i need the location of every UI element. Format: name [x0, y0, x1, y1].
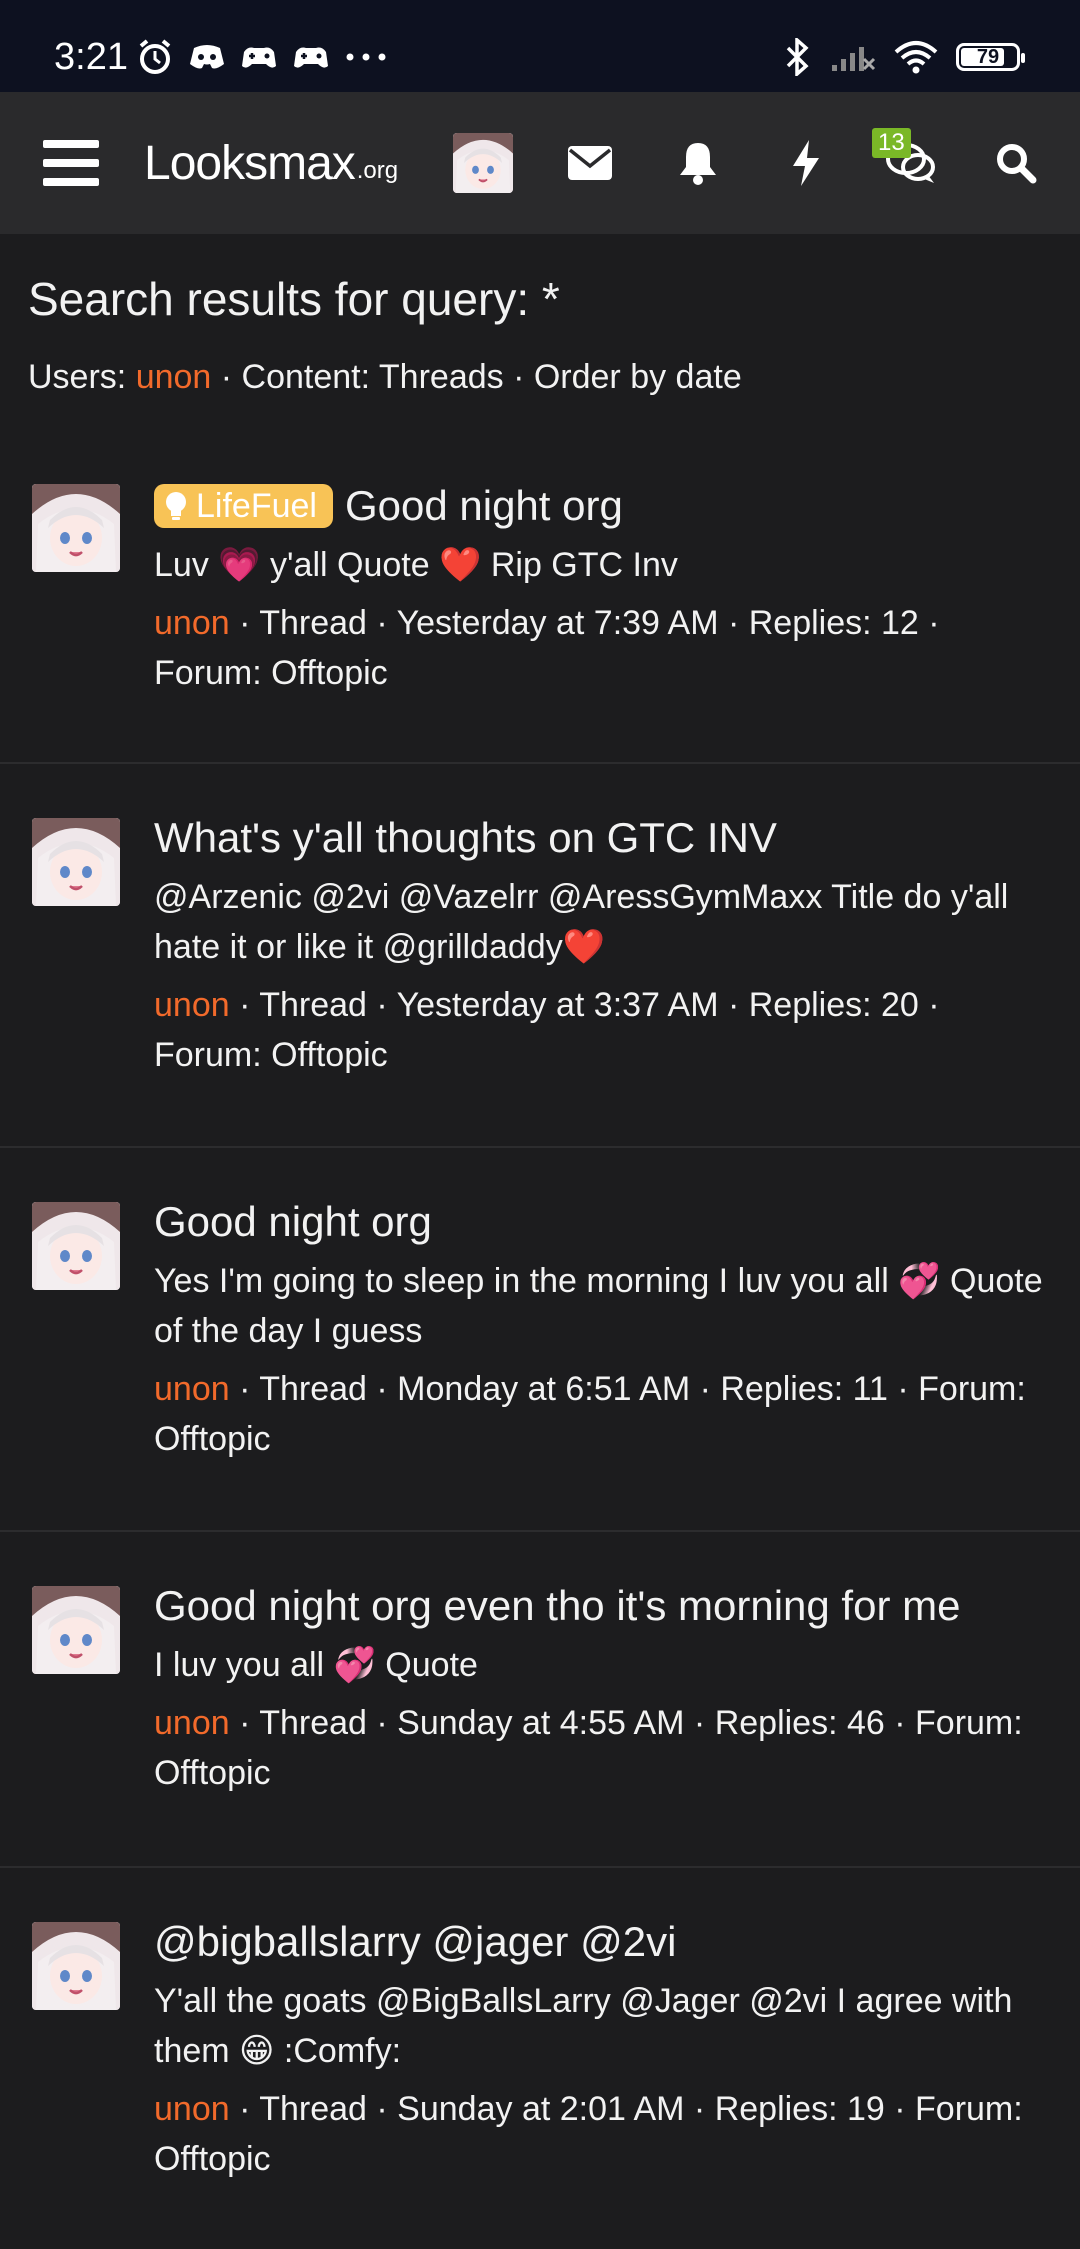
- result-meta-details: · Thread · Yesterday at 7:39 AM · Replie…: [154, 604, 940, 692]
- users-filter-label: Users:: [28, 358, 127, 396]
- result-meta: unon · Thread · Sunday at 4:55 AM · Repl…: [154, 1698, 1054, 1798]
- avatar[interactable]: [32, 1922, 120, 2010]
- status-bar: 3:21 79: [0, 0, 1080, 92]
- bell-icon: [680, 143, 716, 185]
- avatar[interactable]: [32, 818, 120, 906]
- filter-details: · Content: Threads · Order by date: [211, 358, 742, 396]
- status-time: 3:21: [54, 36, 128, 78]
- avatar[interactable]: [32, 1586, 120, 1674]
- notification-icons: [136, 38, 388, 76]
- search-icon: [997, 144, 1037, 184]
- conversations-button[interactable]: 13: [872, 92, 946, 234]
- menu-button[interactable]: [40, 92, 102, 234]
- system-icons: 79: [782, 38, 1025, 76]
- thread-title-link[interactable]: Good night org: [154, 1196, 1054, 1248]
- result-body: Good night org even tho it's morning for…: [154, 1580, 1054, 1798]
- search-filters: Users: unon · Content: Threads · Order b…: [28, 358, 742, 397]
- author-link[interactable]: unon: [154, 986, 230, 1024]
- result-meta-details: · Thread · Monday at 6:51 AM · Replies: …: [154, 1370, 1026, 1458]
- page-title: Search results for query: *: [28, 273, 560, 325]
- logo-tld: .org: [356, 157, 399, 184]
- wifi-icon: [894, 41, 938, 74]
- result-meta-details: · Thread · Sunday at 2:01 AM · Replies: …: [154, 2090, 1023, 2178]
- result-body: LifeFuel Good night org Luv 💗 y'all Quot…: [154, 480, 1054, 698]
- gamepad-icon: [294, 47, 328, 68]
- list-item[interactable]: LifeFuel Good night org Luv 💗 y'all Quot…: [0, 448, 1080, 764]
- conversations-count-badge: 13: [872, 128, 911, 158]
- result-meta-details: · Thread · Yesterday at 3:37 AM · Replie…: [154, 986, 940, 1074]
- thread-prefix-badge[interactable]: LifeFuel: [154, 484, 333, 528]
- result-snippet: @Arzenic @2vi @Vazelrr @AressGymMaxx Tit…: [154, 878, 1009, 966]
- alerts-button[interactable]: [662, 92, 734, 234]
- list-item[interactable]: Good night org Yes I'm going to sleep in…: [0, 1148, 1080, 1532]
- lightbulb-icon: [166, 492, 186, 520]
- author-link[interactable]: unon: [154, 1370, 230, 1408]
- envelope-icon: [568, 146, 612, 180]
- avatar: [453, 133, 513, 193]
- more-icon: [346, 53, 386, 61]
- battery-indicator: 79: [956, 43, 1025, 71]
- menu-icon: [43, 140, 99, 186]
- result-meta: unon · Thread · Yesterday at 3:37 AM · R…: [154, 980, 1054, 1080]
- thread-title-link[interactable]: @bigballslarry @jager @2vi: [154, 1916, 1054, 1968]
- battery-level-text: 79: [976, 45, 1000, 68]
- result-meta: unon · Thread · Sunday at 2:01 AM · Repl…: [154, 2084, 1054, 2184]
- user-filter-link[interactable]: unon: [136, 358, 212, 396]
- result-title: LifeFuel Good night org: [154, 480, 1054, 532]
- signal-icon: [832, 47, 876, 71]
- bluetooth-icon: [786, 38, 809, 76]
- result-meta-details: · Thread · Sunday at 4:55 AM · Replies: …: [154, 1704, 1023, 1792]
- result-snippet: Yes I'm going to sleep in the morning I …: [154, 1262, 1043, 1350]
- avatar[interactable]: [32, 484, 120, 572]
- search-button[interactable]: [980, 92, 1052, 234]
- list-item[interactable]: What's y'all thoughts on GTC INV @Arzeni…: [0, 764, 1080, 1148]
- bolt-icon: [793, 140, 819, 186]
- result-body: What's y'all thoughts on GTC INV @Arzeni…: [154, 812, 1054, 1080]
- search-results-list: LifeFuel Good night org Luv 💗 y'all Quot…: [0, 448, 1080, 2248]
- site-logo[interactable]: Looksmax .org: [144, 92, 424, 234]
- avatar[interactable]: [32, 1202, 120, 1290]
- list-item[interactable]: @bigballslarry @jager @2vi Y'all the goa…: [0, 1868, 1080, 2248]
- result-snippet: Y'all the goats @BigBallsLarry @Jager @2…: [154, 1982, 1013, 2070]
- result-body: Good night org Yes I'm going to sleep in…: [154, 1196, 1054, 1464]
- result-body: @bigballslarry @jager @2vi Y'all the goa…: [154, 1916, 1054, 2184]
- author-link[interactable]: unon: [154, 1704, 230, 1742]
- thread-title-link[interactable]: Good night org: [345, 480, 623, 532]
- result-meta: unon · Thread · Yesterday at 7:39 AM · R…: [154, 598, 1054, 698]
- result-snippet: Luv 💗 y'all Quote ❤️ Rip GTC Inv: [154, 546, 678, 584]
- author-link[interactable]: unon: [154, 2090, 230, 2128]
- inbox-button[interactable]: [554, 92, 626, 234]
- account-avatar-button[interactable]: [452, 92, 514, 234]
- prefix-label: LifeFuel: [196, 487, 317, 525]
- list-item[interactable]: Good night org even tho it's morning for…: [0, 1532, 1080, 1868]
- logo-text: Looksmax: [144, 136, 356, 190]
- alarm-icon: [139, 39, 171, 74]
- result-snippet: I luv you all 💞 Quote: [154, 1646, 478, 1684]
- whats-new-button[interactable]: [770, 92, 842, 234]
- top-navigation: Looksmax .org 13: [0, 92, 1080, 234]
- thread-title-link[interactable]: What's y'all thoughts on GTC INV: [154, 812, 1054, 864]
- result-meta: unon · Thread · Monday at 6:51 AM · Repl…: [154, 1364, 1054, 1464]
- thread-title-link[interactable]: Good night org even tho it's morning for…: [154, 1580, 1054, 1632]
- gamepad-icon: [242, 47, 276, 68]
- author-link[interactable]: unon: [154, 604, 230, 642]
- discord-icon: [190, 45, 224, 69]
